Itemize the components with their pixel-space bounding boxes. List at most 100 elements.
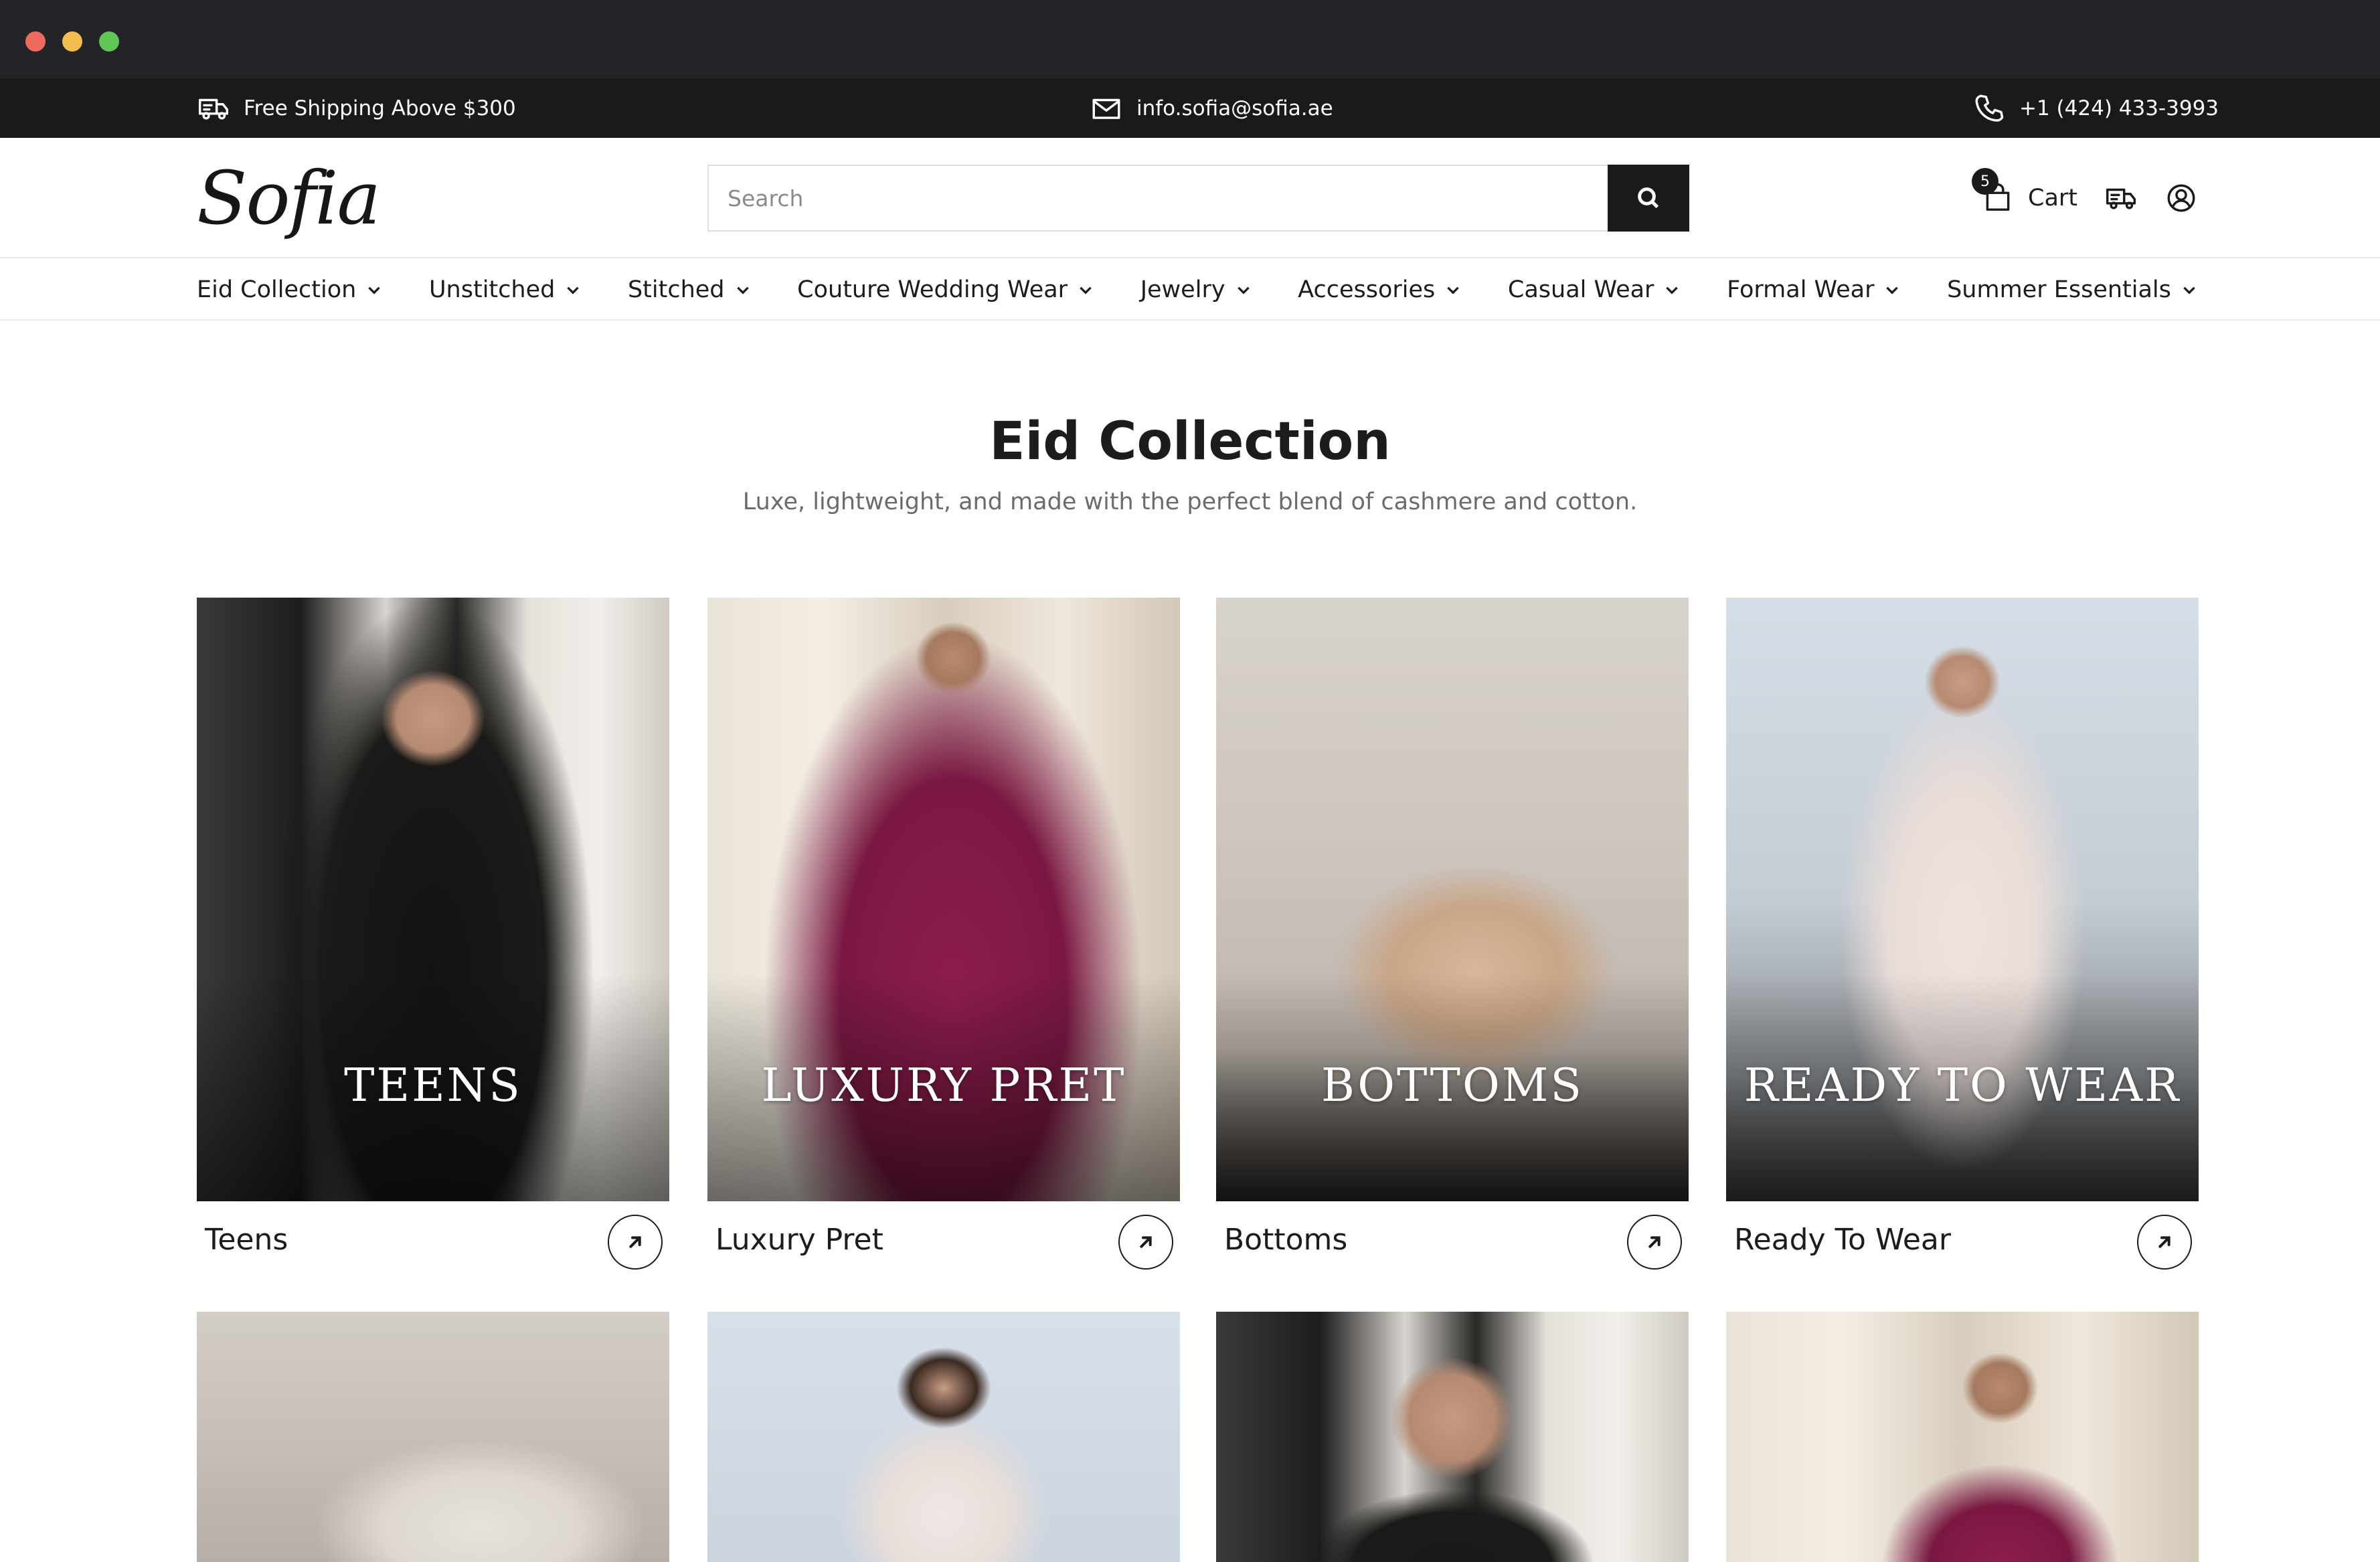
shipping-notice: Free Shipping Above $300 bbox=[197, 78, 516, 138]
category-name[interactable]: Teens bbox=[205, 1223, 288, 1257]
nav-item-label[interactable]: Eid Collection bbox=[197, 276, 356, 303]
nav-item-formal-wear[interactable]: Formal Wear bbox=[1727, 276, 1901, 303]
nav-item-accessories[interactable]: Accessories bbox=[1298, 276, 1462, 303]
nav-item-label[interactable]: Accessories bbox=[1298, 276, 1435, 303]
open-category-button[interactable] bbox=[1118, 1215, 1173, 1270]
minimize-window-button[interactable] bbox=[62, 31, 82, 52]
nav-item-label[interactable]: Unstitched bbox=[429, 276, 555, 303]
search-icon bbox=[1638, 187, 1659, 209]
category-image[interactable]: READY TO WEAR bbox=[1726, 598, 2199, 1201]
category-card-bottoms[interactable]: BOTTOMS Bottoms bbox=[1216, 598, 1689, 1288]
search-bar bbox=[707, 165, 1689, 232]
category-card-row2-1[interactable] bbox=[197, 1312, 669, 1562]
category-name[interactable]: Luxury Pret bbox=[715, 1223, 883, 1257]
category-card-row2-2[interactable] bbox=[707, 1312, 1180, 1562]
nav-item-label[interactable]: Couture Wedding Wear bbox=[797, 276, 1068, 303]
category-overlay-text: LUXURY PRET bbox=[761, 1059, 1126, 1112]
chevron-down-icon bbox=[2183, 286, 2195, 294]
arrow-up-right-icon bbox=[2158, 1236, 2171, 1248]
category-card-row2-4[interactable] bbox=[1726, 1312, 2199, 1562]
category-image[interactable]: BOTTOMS bbox=[1216, 598, 1689, 1201]
category-card-teens[interactable]: TEENS Teens bbox=[197, 598, 669, 1288]
chevron-down-icon bbox=[1666, 286, 1679, 294]
category-card-luxury-pret[interactable]: LUXURY PRET Luxury Pret bbox=[707, 598, 1180, 1288]
nav-item-jewelry[interactable]: Jewelry bbox=[1140, 276, 1252, 303]
category-image[interactable] bbox=[1216, 1312, 1689, 1562]
nav-item-label[interactable]: Stitched bbox=[628, 276, 725, 303]
phone-contact[interactable]: +1 (424) 433-3993 bbox=[1972, 78, 2219, 138]
mail-icon bbox=[1092, 98, 1120, 119]
category-overlay-text: TEENS bbox=[344, 1059, 522, 1112]
search-input[interactable] bbox=[709, 166, 1608, 230]
open-category-button[interactable] bbox=[1627, 1215, 1682, 1270]
cart-count-badge: 5 bbox=[1972, 168, 1999, 195]
email-text[interactable]: info.sofia@sofia.ae bbox=[1136, 96, 1333, 120]
cart-button[interactable]: 5 Cart bbox=[1972, 168, 2077, 215]
category-card-ready-to-wear[interactable]: READY TO WEAR Ready To Wear bbox=[1726, 598, 2199, 1288]
chevron-down-icon bbox=[1447, 286, 1460, 294]
nav-item-label[interactable]: Summer Essentials bbox=[1947, 276, 2171, 303]
open-category-button[interactable] bbox=[2137, 1215, 2192, 1270]
outfit-shape bbox=[1216, 1312, 1689, 1562]
nav-item-label[interactable]: Formal Wear bbox=[1727, 276, 1874, 303]
nav-item-summer-essentials[interactable]: Summer Essentials bbox=[1947, 276, 2198, 303]
chevron-down-icon bbox=[1080, 286, 1092, 294]
cart-label: Cart bbox=[2028, 185, 2077, 211]
open-category-button[interactable] bbox=[608, 1215, 663, 1270]
card-footer: Teens bbox=[197, 1201, 669, 1288]
nav-item-casual-wear[interactable]: Casual Wear bbox=[1508, 276, 1681, 303]
nav-item-label[interactable]: Casual Wear bbox=[1508, 276, 1654, 303]
site-logo[interactable]: Sofia bbox=[197, 158, 381, 238]
browser-window: Free Shipping Above $300 info.sofia@sofi… bbox=[0, 0, 2380, 1562]
category-image[interactable] bbox=[1726, 1312, 2199, 1562]
window-titlebar bbox=[0, 0, 2380, 78]
garment-shape bbox=[197, 1312, 669, 1562]
shipping-text: Free Shipping Above $300 bbox=[244, 96, 516, 120]
account-button[interactable] bbox=[2164, 181, 2198, 215]
main-navigation: Eid Collection Unstitched Stitched Coutu… bbox=[0, 258, 2380, 321]
category-image[interactable]: TEENS bbox=[197, 598, 669, 1201]
chevron-down-icon bbox=[368, 286, 381, 294]
email-contact[interactable]: info.sofia@sofia.ae bbox=[1090, 78, 1333, 138]
nav-item-couture-wedding-wear[interactable]: Couture Wedding Wear bbox=[797, 276, 1094, 303]
face-shape bbox=[707, 1312, 1180, 1562]
chevron-down-icon bbox=[736, 286, 749, 294]
category-image[interactable] bbox=[197, 1312, 669, 1562]
nav-item-stitched[interactable]: Stitched bbox=[628, 276, 752, 303]
arrow-up-right-icon bbox=[629, 1236, 641, 1248]
chevron-down-icon bbox=[1886, 286, 1899, 294]
header-actions: 5 Cart bbox=[1972, 168, 2198, 225]
phone-icon bbox=[1975, 94, 2004, 122]
search-button[interactable] bbox=[1608, 165, 1689, 232]
arrow-up-right-icon bbox=[1140, 1236, 1152, 1248]
delivery-truck-icon bbox=[2106, 188, 2136, 209]
section-subtitle: Luxe, lightweight, and made with the per… bbox=[742, 489, 1638, 515]
category-overlay-text: READY TO WEAR bbox=[1744, 1059, 2181, 1112]
card-footer: Ready To Wear bbox=[1726, 1201, 2199, 1288]
category-image[interactable]: LUXURY PRET bbox=[707, 598, 1180, 1201]
announcement-bar: Free Shipping Above $300 info.sofia@sofi… bbox=[0, 78, 2380, 138]
phone-text[interactable]: +1 (424) 433-3993 bbox=[2019, 96, 2219, 120]
chevron-down-icon bbox=[567, 286, 580, 294]
card-footer: Bottoms bbox=[1216, 1201, 1689, 1288]
category-overlay-text: BOTTOMS bbox=[1321, 1059, 1584, 1112]
close-window-button[interactable] bbox=[25, 31, 46, 52]
nav-item-eid-collection[interactable]: Eid Collection bbox=[197, 276, 383, 303]
card-footer: Luxury Pret bbox=[707, 1201, 1180, 1288]
user-circle-icon bbox=[2167, 184, 2195, 212]
nav-item-label[interactable]: Jewelry bbox=[1140, 276, 1225, 303]
category-name[interactable]: Ready To Wear bbox=[1734, 1223, 1951, 1257]
nav-item-unstitched[interactable]: Unstitched bbox=[429, 276, 582, 303]
maximize-window-button[interactable] bbox=[99, 31, 119, 52]
cart-icon-wrap: 5 bbox=[1972, 168, 2015, 215]
track-order-button[interactable] bbox=[2104, 181, 2138, 215]
truck-icon bbox=[198, 98, 229, 120]
site-header: Sofia 5 Cart bbox=[0, 138, 2380, 258]
chevron-down-icon bbox=[1237, 286, 1250, 294]
category-image[interactable] bbox=[707, 1312, 1180, 1562]
arrow-up-right-icon bbox=[1648, 1236, 1661, 1248]
logo-text[interactable]: Sofia bbox=[197, 161, 381, 235]
category-name[interactable]: Bottoms bbox=[1224, 1223, 1347, 1257]
category-card-row2-3[interactable] bbox=[1216, 1312, 1689, 1562]
section-title: Eid Collection bbox=[989, 412, 1391, 472]
